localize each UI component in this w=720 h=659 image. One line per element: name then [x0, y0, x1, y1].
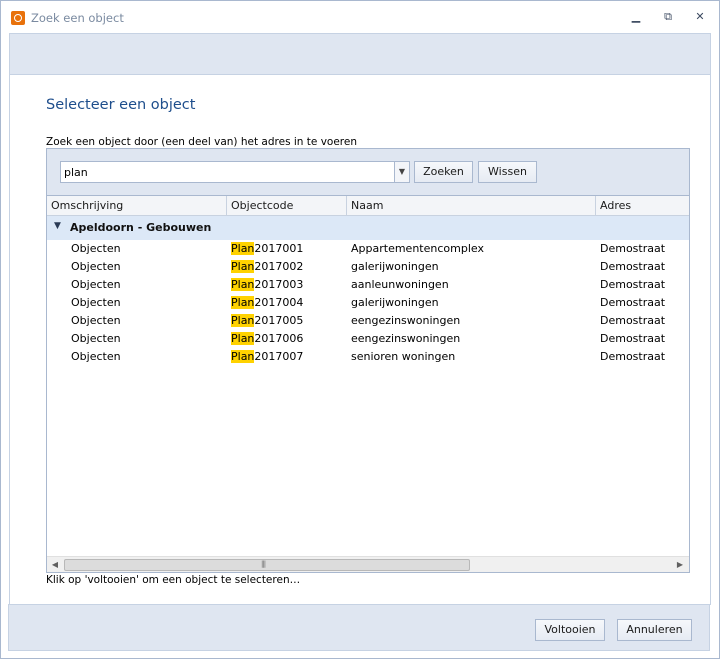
minimize-button[interactable]: ▁ [628, 9, 644, 25]
footer-bar: Voltooien Annuleren [8, 604, 710, 651]
code-rest: 2017003 [254, 278, 304, 291]
code-rest: 2017005 [254, 314, 304, 327]
cell-naam: galerijwoningen [351, 296, 439, 309]
cell-adres: Demostraat [600, 278, 666, 291]
group-label: Apeldoorn - Gebouwen [70, 221, 212, 234]
cell-adres: Demostraat [600, 260, 666, 273]
code-rest: 2017001 [254, 242, 304, 255]
chevron-down-icon[interactable]: ▼ [394, 161, 410, 183]
table-row[interactable]: Objecten Plan2017005 eengezinswoningen D… [47, 312, 689, 330]
cell-adres: Demostraat [600, 350, 666, 363]
header-band [9, 33, 711, 75]
match-highlight: Plan [231, 332, 255, 345]
arrow-right-icon[interactable]: ▶ [674, 559, 686, 571]
horizontal-scrollbar[interactable]: ◀ ||| ▶ [47, 556, 689, 572]
table-row[interactable]: Objecten Plan2017006 eengezinswoningen D… [47, 330, 689, 348]
cell-naam: Appartementencomplex [351, 242, 484, 255]
cell-adres: Demostraat [600, 332, 666, 345]
cell-objectcode: Plan2017004 [231, 296, 303, 309]
finish-button[interactable]: Voltooien [535, 619, 605, 641]
table-row[interactable]: Objecten Plan2017002 galerijwoningen Dem… [47, 258, 689, 276]
column-header-omschrijving[interactable]: Omschrijving [47, 196, 227, 215]
match-highlight: Plan [231, 296, 255, 309]
clear-button[interactable]: Wissen [478, 161, 537, 183]
match-highlight: Plan [231, 350, 255, 363]
search-button[interactable]: Zoeken [414, 161, 473, 183]
cell-naam: aanleunwoningen [351, 278, 449, 291]
cell-omschrijving: Objecten [71, 314, 121, 327]
table-row[interactable]: Objecten Plan2017007 senioren woningen D… [47, 348, 689, 366]
close-button[interactable]: ✕ [692, 9, 708, 25]
cell-objectcode: Plan2017002 [231, 260, 303, 273]
cancel-button[interactable]: Annuleren [617, 619, 692, 641]
page-title: Selecteer een object [46, 97, 196, 113]
scrollbar-thumb[interactable]: ||| [64, 559, 470, 571]
grip-icon: ||| [261, 560, 266, 568]
cell-objectcode: Plan2017001 [231, 242, 303, 255]
window-title: Zoek een object [31, 11, 124, 25]
instruction-text: Zoek een object door (een deel van) het … [46, 136, 358, 148]
cell-omschrijving: Objecten [71, 242, 121, 255]
cell-objectcode: Plan2017006 [231, 332, 303, 345]
code-rest: 2017002 [254, 260, 304, 273]
cell-objectcode: Plan2017003 [231, 278, 303, 291]
title-bar: Zoek een object ▁ ⧉ ✕ [1, 1, 719, 33]
cell-naam: eengezinswoningen [351, 314, 461, 327]
column-header-naam[interactable]: Naam [347, 196, 596, 215]
code-rest: 2017006 [254, 332, 304, 345]
cell-omschrijving: Objecten [71, 260, 121, 273]
column-header-objectcode[interactable]: Objectcode [227, 196, 347, 215]
table-row[interactable]: Objecten Plan2017004 galerijwoningen Dem… [47, 294, 689, 312]
grid-header: Omschrijving Objectcode Naam Adres [47, 196, 689, 216]
cell-omschrijving: Objecten [71, 278, 121, 291]
cell-adres: Demostraat [600, 314, 666, 327]
group-row[interactable]: ▼ Apeldoorn - Gebouwen [47, 216, 689, 240]
match-highlight: Plan [231, 260, 255, 273]
cell-naam: galerijwoningen [351, 260, 439, 273]
match-highlight: Plan [231, 278, 255, 291]
match-highlight: Plan [231, 314, 255, 327]
cell-adres: Demostraat [600, 242, 666, 255]
arrow-left-icon[interactable]: ◀ [49, 559, 61, 571]
search-panel: ▼ Zoeken Wissen [46, 148, 690, 195]
column-header-adres[interactable]: Adres [596, 196, 689, 215]
code-rest: 2017004 [254, 296, 304, 309]
code-rest: 2017007 [254, 350, 304, 363]
search-input[interactable] [60, 161, 396, 183]
app-logo-icon [11, 11, 25, 25]
table-row[interactable]: Objecten Plan2017003 aanleunwoningen Dem… [47, 276, 689, 294]
cell-adres: Demostraat [600, 296, 666, 309]
cell-objectcode: Plan2017005 [231, 314, 303, 327]
maximize-button[interactable]: ⧉ [660, 9, 676, 25]
cell-omschrijving: Objecten [71, 332, 121, 345]
cell-omschrijving: Objecten [71, 296, 121, 309]
match-highlight: Plan [231, 242, 255, 255]
table-row[interactable]: Objecten Plan2017001 Appartementencomple… [47, 240, 689, 258]
status-text: Klik op 'voltooien' om een object te sel… [46, 574, 301, 586]
chevron-down-icon[interactable]: ▼ [54, 221, 61, 231]
cell-omschrijving: Objecten [71, 350, 121, 363]
cell-naam: eengezinswoningen [351, 332, 461, 345]
cell-naam: senioren woningen [351, 350, 456, 363]
cell-objectcode: Plan2017007 [231, 350, 303, 363]
results-grid: Omschrijving Objectcode Naam Adres ▼ Ape… [46, 195, 690, 573]
